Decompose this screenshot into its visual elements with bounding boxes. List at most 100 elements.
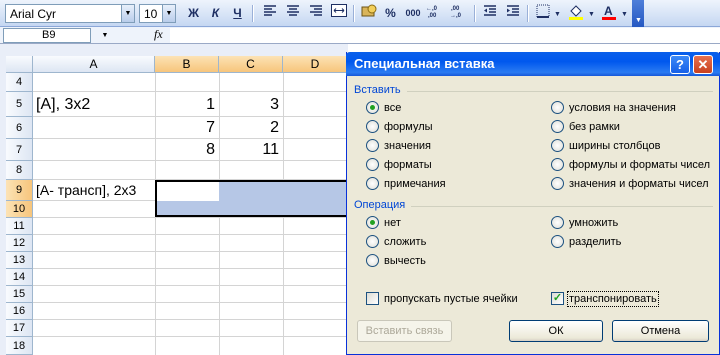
radio-paste-formats[interactable] (366, 158, 379, 171)
paste-formulas-number-formats-label[interactable]: формулы и форматы чисел (569, 158, 710, 172)
paste-link-button[interactable]: Вставить связь (357, 320, 452, 342)
transpose-checkbox[interactable]: ✓ (551, 292, 564, 305)
decrease-indent-button[interactable] (479, 4, 500, 23)
radio-operation-divide[interactable] (551, 235, 564, 248)
align-left-button[interactable] (259, 4, 280, 23)
underline-button[interactable]: Ч (227, 4, 248, 23)
paste-comments-label[interactable]: примечания (384, 177, 446, 191)
paste-no-borders-label[interactable]: без рамки (569, 120, 620, 134)
decrease-decimal-button[interactable]: ,00 →,0 (449, 4, 470, 23)
font-name-combo[interactable]: Arial Cyr (5, 4, 122, 23)
row-header-13[interactable]: 13 (6, 252, 33, 269)
radio-paste-comments[interactable] (366, 177, 379, 190)
formula-input[interactable] (170, 28, 720, 43)
align-right-button[interactable] (305, 4, 326, 23)
paste-validation-label[interactable]: условия на значения (569, 101, 676, 115)
align-center-button[interactable] (282, 4, 303, 23)
fill-color-button[interactable] (565, 4, 586, 23)
percent-button[interactable]: % (380, 4, 401, 23)
font-color-button[interactable]: A (598, 4, 619, 23)
radio-operation-none[interactable] (366, 216, 379, 229)
chevron-down-icon[interactable]: ▼ (588, 11, 595, 18)
selected-cells[interactable] (157, 201, 348, 215)
paste-formats-label[interactable]: форматы (384, 158, 432, 172)
radio-operation-subtract[interactable] (366, 254, 379, 267)
cell-b7[interactable]: 8 (157, 139, 215, 161)
row-header-11[interactable]: 11 (6, 218, 33, 235)
row-header-18[interactable]: 18 (6, 337, 33, 355)
row-header-6[interactable]: 6 (6, 117, 33, 139)
close-button[interactable]: ✕ (693, 55, 713, 74)
merge-center-button[interactable] (328, 4, 349, 23)
radio-paste-validation[interactable] (551, 101, 564, 114)
selection-range[interactable] (155, 180, 348, 217)
cell-b6[interactable]: 7 (157, 117, 215, 139)
operation-multiply-label[interactable]: умножить (569, 216, 618, 230)
column-header-b[interactable]: B (155, 56, 219, 73)
cell-c6[interactable]: 2 (221, 117, 279, 139)
selected-cells[interactable] (219, 182, 348, 201)
row-header-7[interactable]: 7 (6, 139, 33, 161)
bold-button[interactable]: Ж (183, 4, 204, 23)
row-header-8[interactable]: 8 (6, 161, 33, 180)
radio-paste-column-widths[interactable] (551, 139, 564, 152)
radio-paste-values-number-formats[interactable] (551, 177, 564, 190)
operation-subtract-label[interactable]: вычесть (384, 254, 426, 268)
ok-button[interactable]: ОК (509, 320, 603, 342)
column-header-c[interactable]: C (219, 56, 283, 73)
row-header-4[interactable]: 4 (6, 73, 33, 92)
radio-paste-formulas[interactable] (366, 120, 379, 133)
row-header-16[interactable]: 16 (6, 303, 33, 320)
cell-a9[interactable]: [A- трансп], 2x3 (36, 181, 136, 200)
paste-values-number-formats-label[interactable]: значения и форматы чисел (569, 177, 709, 191)
cell-c5[interactable]: 3 (221, 94, 279, 116)
insert-function-button[interactable]: fx (154, 27, 163, 42)
column-header-d[interactable]: D (283, 56, 348, 73)
radio-paste-values[interactable] (366, 139, 379, 152)
cancel-button[interactable]: Отмена (612, 320, 709, 342)
increase-indent-button[interactable] (502, 4, 523, 23)
cell-c7[interactable]: 11 (221, 139, 279, 161)
operation-add-label[interactable]: сложить (384, 235, 426, 249)
radio-operation-multiply[interactable] (551, 216, 564, 229)
paste-all-label[interactable]: все (384, 101, 401, 115)
italic-button[interactable]: К (205, 4, 226, 23)
select-all-corner[interactable] (6, 56, 33, 73)
font-size-combo[interactable]: 10 (139, 4, 163, 23)
operation-divide-label[interactable]: разделить (569, 235, 621, 249)
row-header-17[interactable]: 17 (6, 320, 33, 337)
help-button[interactable]: ? (670, 55, 690, 74)
skip-blanks-label[interactable]: пропускать пустые ячейки (384, 292, 518, 306)
currency-button[interactable] (358, 4, 379, 23)
transpose-label[interactable]: транспонировать (567, 291, 659, 307)
increase-decimal-button[interactable]: ←,0,00 (425, 4, 446, 23)
chevron-down-icon[interactable]: ▼ (554, 11, 561, 18)
row-header-12[interactable]: 12 (6, 235, 33, 252)
chevron-down-icon[interactable]: ▼ (122, 4, 135, 23)
paste-column-widths-label[interactable]: ширины столбцов (569, 139, 660, 153)
cell-b5[interactable]: 1 (157, 94, 215, 116)
borders-button[interactable] (532, 4, 553, 23)
name-box[interactable]: B9 (3, 28, 91, 43)
paste-values-label[interactable]: значения (384, 139, 431, 153)
toolbar-options-button[interactable]: ▼ (632, 0, 644, 27)
chevron-down-icon[interactable]: ▼ (621, 11, 628, 18)
radio-operation-add[interactable] (366, 235, 379, 248)
row-header-5[interactable]: 5 (6, 92, 33, 117)
cell-a5[interactable]: [A], 3x2 (36, 94, 90, 116)
row-header-10[interactable]: 10 (6, 201, 33, 218)
row-header-9[interactable]: 9 (6, 180, 33, 201)
chevron-down-icon[interactable]: ▼ (92, 28, 118, 43)
radio-paste-all[interactable] (366, 101, 379, 114)
radio-paste-no-borders[interactable] (551, 120, 564, 133)
thousands-separator-button[interactable]: 000 (402, 4, 424, 23)
chevron-down-icon[interactable]: ▼ (163, 4, 176, 23)
row-header-14[interactable]: 14 (6, 269, 33, 286)
skip-blanks-checkbox[interactable] (366, 292, 379, 305)
column-header-a[interactable]: A (33, 56, 155, 73)
operation-none-label[interactable]: нет (384, 216, 401, 230)
paste-formulas-label[interactable]: формулы (384, 120, 433, 134)
radio-paste-formulas-number-formats[interactable] (551, 158, 564, 171)
row-header-15[interactable]: 15 (6, 286, 33, 303)
active-cell[interactable] (157, 182, 219, 201)
